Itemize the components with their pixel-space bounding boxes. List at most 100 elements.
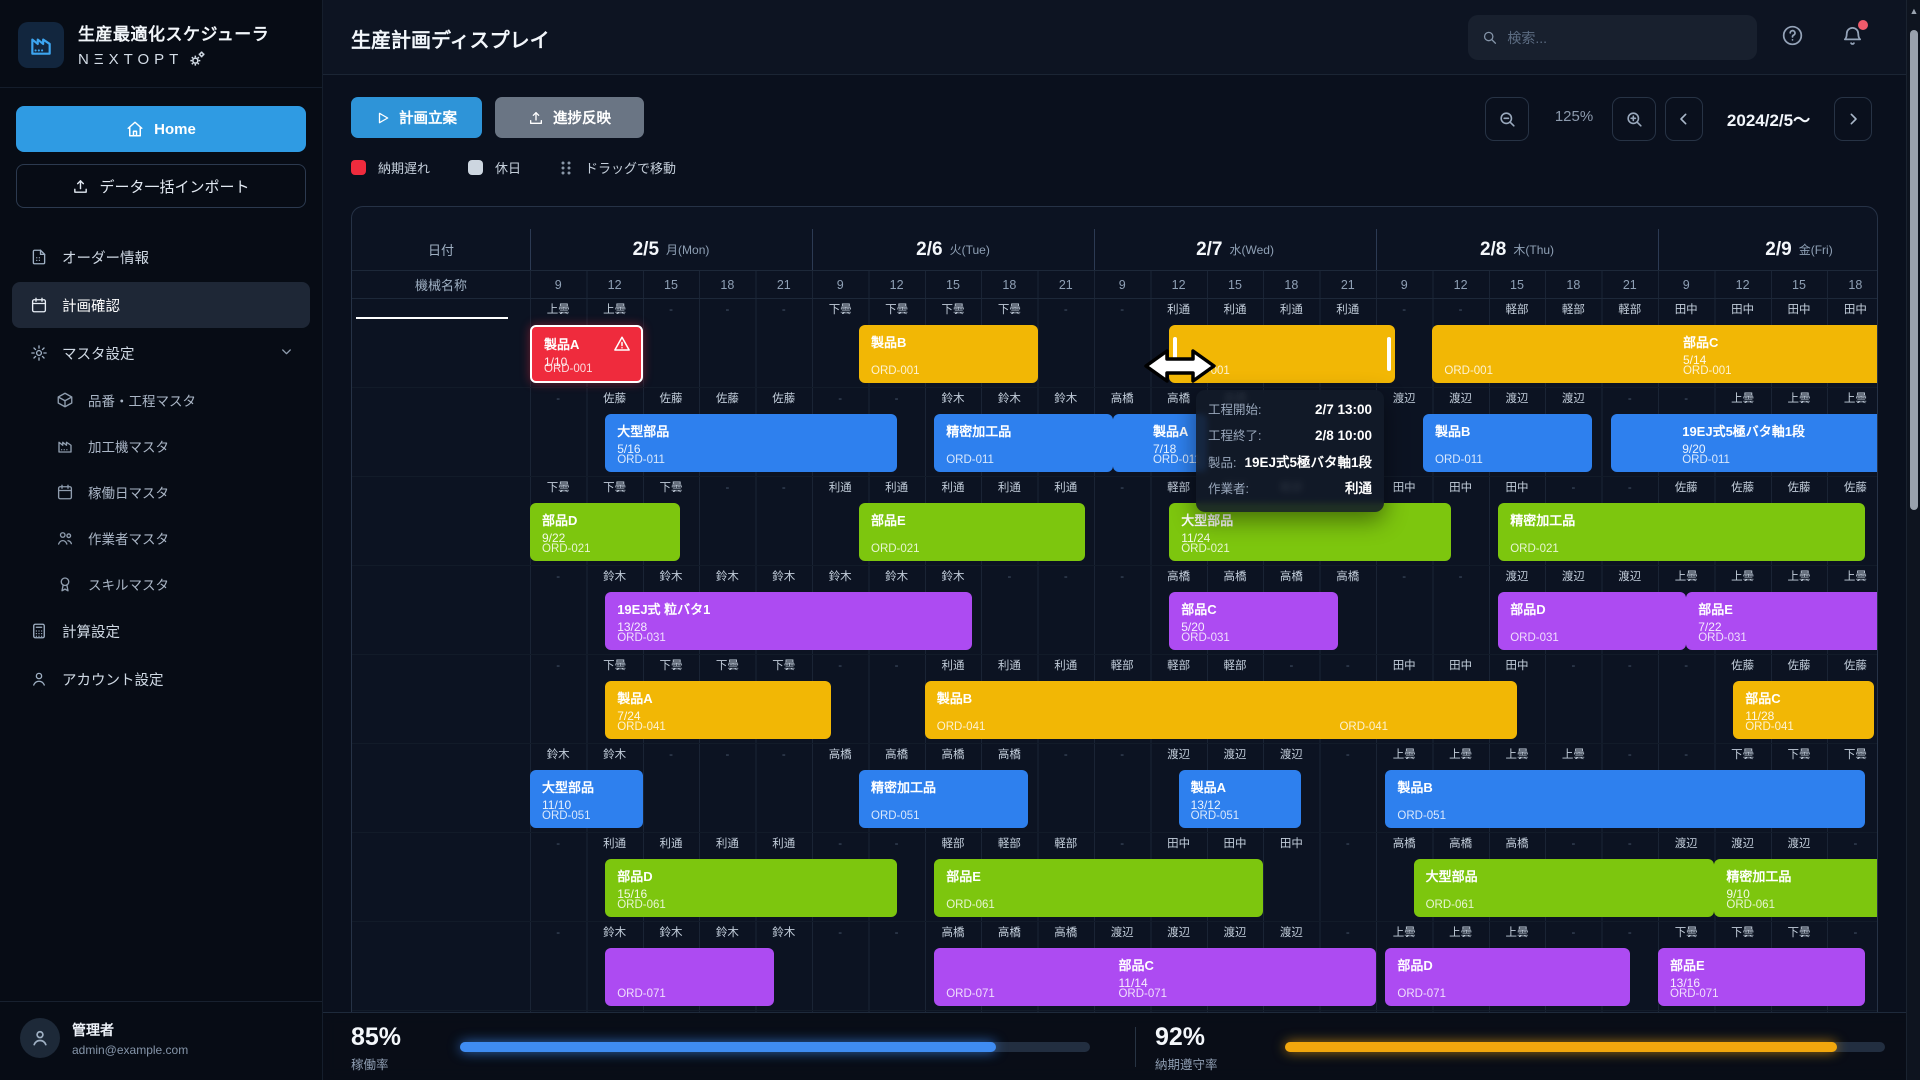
search-box[interactable] xyxy=(1468,15,1757,60)
worker-cell: 下曇 xyxy=(756,655,812,677)
worker-cell: 下曇 xyxy=(586,655,642,677)
progress-reflect-button[interactable]: 進捗反映 xyxy=(495,97,644,138)
gantt-bar[interactable]: 19EJ式 粒バタ113/28ORD-031 xyxy=(605,592,972,650)
sidebar-item-3[interactable]: 品番・工程マスタ xyxy=(12,378,310,422)
ontime-stat: 92% 納期遵守率 xyxy=(1155,1023,1218,1073)
resize-handle-right[interactable] xyxy=(1387,337,1391,371)
vertical-scrollbar[interactable]: ▲ xyxy=(1906,0,1920,1080)
plan-button[interactable]: 計画立案 xyxy=(351,97,482,138)
worker-cell: - xyxy=(756,299,812,321)
sidebar-item-6[interactable]: 作業者マスタ xyxy=(12,516,310,560)
worker-cell: - xyxy=(1320,744,1376,766)
gantt-bar[interactable]: 19EJ式5極バタ軸1段9/20ORD-011 xyxy=(1611,414,1878,472)
gantt-bar[interactable]: 部品C5/20ORD-031 xyxy=(1169,592,1338,650)
worker-cell: 鈴木 xyxy=(925,388,981,410)
bar-order-code: ORD-011 xyxy=(1153,454,1201,466)
bar-order-code: ORD-011 xyxy=(617,454,665,466)
search-input[interactable] xyxy=(1507,30,1743,46)
gantt-bar[interactable]: 大型部品5/16ORD-011 xyxy=(605,414,896,472)
sidebar-item-0[interactable]: オーダー情報 xyxy=(12,234,310,280)
gantt-bar[interactable]: 部品C11/28ORD-041 xyxy=(1733,681,1874,739)
sidebar-item-1[interactable]: 計画確認 xyxy=(12,282,310,328)
zoom-out-button[interactable] xyxy=(1485,97,1529,141)
gantt-bar[interactable]: 部品D15/16ORD-061 xyxy=(605,859,896,917)
scrollbar-thumb[interactable] xyxy=(1910,30,1918,510)
sidebar-item-2[interactable]: マスタ設定 xyxy=(12,330,310,376)
prev-period-button[interactable] xyxy=(1665,97,1703,141)
gantt-bar[interactable]: 部品D9/22ORD-021 xyxy=(530,503,680,561)
holiday-swatch xyxy=(468,160,483,175)
worker-strip-row-5: -下曇下曇下曇下曇--利通利通利通軽部軽部軽部--田中田中田中---佐藤佐藤佐藤… xyxy=(352,655,1878,677)
worker-cell: 高橋 xyxy=(868,744,924,766)
gantt-bar[interactable]: 製品A7/24ORD-041 xyxy=(605,681,831,739)
worker-strip-row-4: -鈴木鈴木鈴木鈴木鈴木鈴木鈴木---高橋高橋高橋高橋--渡辺渡辺渡辺上曇上曇上曇… xyxy=(352,566,1878,588)
home-button[interactable]: Home xyxy=(16,106,306,152)
users-icon xyxy=(56,529,74,547)
gantt-bar[interactable]: ORD-001部品C5/14ORD-001 xyxy=(1432,325,1878,383)
gantt-bar[interactable]: 部品DORD-031 xyxy=(1498,592,1686,650)
worker-cell: - xyxy=(868,655,924,677)
zoom-in-button[interactable] xyxy=(1612,97,1656,141)
gantt-bar[interactable]: ORD-071部品C11/14ORD-071 xyxy=(934,948,1376,1006)
gantt-bar[interactable]: 製品BORD-001 xyxy=(859,325,1038,383)
gantt-bar[interactable]: 製品A7/18ORD-011 xyxy=(1113,414,1207,472)
worker-cell: 上曇 xyxy=(1489,744,1545,766)
gantt-bar[interactable]: ORD-071 xyxy=(605,948,774,1006)
worker-cell: 上曇 xyxy=(530,299,586,321)
notifications-button[interactable] xyxy=(1841,24,1864,52)
worker-cell: - xyxy=(1038,566,1094,588)
hour-tick: 9 xyxy=(1376,271,1432,298)
utilization-value: 85% xyxy=(351,1023,401,1052)
worker-cell: - xyxy=(699,744,755,766)
sidebar-item-8[interactable]: 計算設定 xyxy=(12,608,310,654)
gantt-bar[interactable]: 製品A13/12ORD-051 xyxy=(1179,770,1301,828)
sidebar-item-9[interactable]: アカウント設定 xyxy=(12,656,310,702)
avatar xyxy=(20,1018,60,1058)
worker-cell: - xyxy=(981,566,1037,588)
worker-cell: 鈴木 xyxy=(756,922,812,944)
gantt-bar[interactable]: 製品A1/10ORD-001 xyxy=(530,325,643,383)
chevron-right-icon xyxy=(1845,111,1861,127)
worker-cell: 田中 xyxy=(1150,833,1206,855)
sidebar-item-5[interactable]: 稼働日マスタ xyxy=(12,470,310,514)
gantt-bar[interactable]: 部品EORD-021 xyxy=(859,503,1085,561)
gantt-bar[interactable]: 精密加工品ORD-051 xyxy=(859,770,1028,828)
worker-cell: 下曇 xyxy=(1714,744,1770,766)
worker-cell: 上曇 xyxy=(1432,744,1488,766)
worker-cell: - xyxy=(1376,566,1432,588)
hour-tick: 15 xyxy=(925,271,981,298)
gantt-bar[interactable]: 部品EORD-061 xyxy=(934,859,1263,917)
worker-cell: 佐藤 xyxy=(1714,655,1770,677)
sidebar-item-7[interactable]: スキルマスタ xyxy=(12,562,310,606)
worker-cell: 下曇 xyxy=(868,299,924,321)
gantt-bar[interactable]: 部品DORD-071 xyxy=(1385,948,1629,1006)
gantt-bar[interactable]: 部品E13/16ORD-071 xyxy=(1658,948,1865,1006)
gantt-bar[interactable]: 精密加工品ORD-021 xyxy=(1498,503,1865,561)
bulk-import-button[interactable]: データ一括インポート xyxy=(16,164,306,208)
gantt-bar[interactable]: 製品BORD-041ORD-041 xyxy=(925,681,1517,739)
tooltip-row: 作業者:利通 xyxy=(1208,477,1372,503)
gantt-bar[interactable]: 製品BORD-011 xyxy=(1423,414,1592,472)
gantt-bar[interactable]: 精密加工品9/10ORD-061 xyxy=(1714,859,1878,917)
worker-cell: - xyxy=(530,833,586,855)
user-block[interactable]: 管理者 admin@example.com xyxy=(0,1001,322,1080)
worker-cell: - xyxy=(812,833,868,855)
help-button[interactable] xyxy=(1781,24,1804,52)
gantt-bar[interactable]: 大型部品11/10ORD-051 xyxy=(530,770,643,828)
gantt-bar[interactable]: 大型部品ORD-061 xyxy=(1414,859,1715,917)
gantt-bar[interactable]: 製品BORD-051 xyxy=(1385,770,1864,828)
worker-cell: 利通 xyxy=(1038,655,1094,677)
worker-cell: 鈴木 xyxy=(1038,388,1094,410)
bar-order-code: ORD-051 xyxy=(542,810,591,822)
sidebar-item-4[interactable]: 加工機マスタ xyxy=(12,424,310,468)
scroll-up-arrow[interactable]: ▲ xyxy=(1909,6,1919,16)
worker-cell: - xyxy=(1545,477,1601,499)
bar-order-code: ORD-041 xyxy=(1745,721,1794,733)
worker-cell: 下曇 xyxy=(1771,922,1827,944)
worker-cell: 田中 xyxy=(1489,655,1545,677)
gantt-bar[interactable]: 精密加工品ORD-011 xyxy=(934,414,1113,472)
user-name: 管理者 xyxy=(72,1020,188,1040)
gantt-bar[interactable]: 部品E7/22ORD-031 xyxy=(1686,592,1878,650)
worker-cell: 渡辺 xyxy=(1150,744,1206,766)
next-period-button[interactable] xyxy=(1834,97,1872,141)
